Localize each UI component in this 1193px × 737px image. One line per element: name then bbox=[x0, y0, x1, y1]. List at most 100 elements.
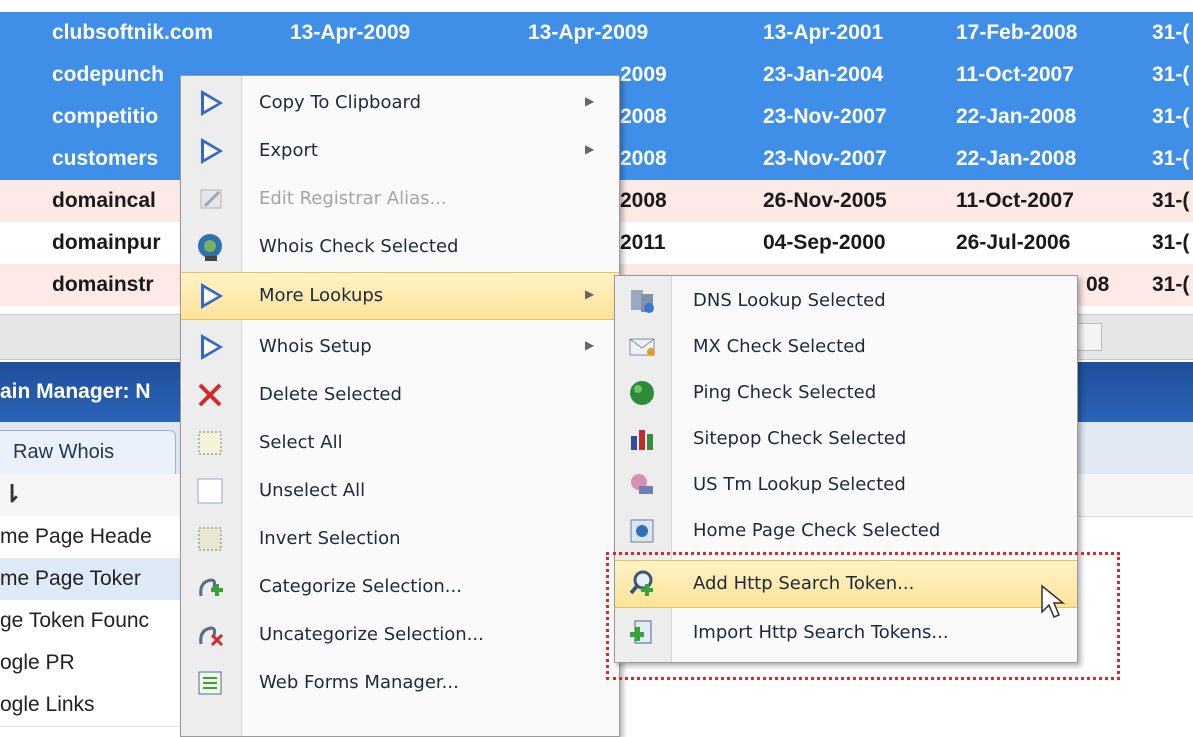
submenu-item-mx-check[interactable]: MX Check Selected bbox=[615, 324, 1077, 370]
submenu-item-label: DNS Lookup Selected bbox=[693, 290, 886, 311]
cell-date: 2011 bbox=[620, 231, 666, 254]
delete-x-icon bbox=[195, 380, 227, 410]
menu-item-edit-registrar-alias[interactable]: Edit Registrar Alias... bbox=[181, 176, 619, 222]
menu-item-select-all[interactable]: Select All bbox=[181, 420, 619, 466]
menu-item-more-lookups[interactable]: More Lookups ▶ bbox=[181, 272, 619, 320]
cell-date: 04-Sep-2000 bbox=[763, 231, 886, 254]
cell-date: 11-Oct-2007 bbox=[956, 63, 1074, 86]
cell-date: 2008 bbox=[620, 105, 667, 128]
menu-item-invert-selection[interactable]: Invert Selection bbox=[181, 516, 619, 562]
cell-date: 13-Apr-2009 bbox=[290, 21, 411, 44]
select-all-icon bbox=[195, 428, 227, 458]
cell-date: 22-Jan-2008 bbox=[956, 105, 1077, 128]
play-arrow-icon bbox=[195, 136, 227, 166]
submenu-item-ping-check[interactable]: Ping Check Selected bbox=[615, 370, 1077, 416]
mouse-cursor-icon bbox=[1040, 584, 1066, 625]
tab-label: Raw Whois bbox=[13, 441, 115, 463]
cell-date: 31-( bbox=[1152, 231, 1190, 254]
cell-date: 13-Apr-2009 bbox=[528, 21, 649, 44]
property-row[interactable]: ge Token Founc bbox=[0, 600, 190, 643]
cell-date: 31-( bbox=[1152, 273, 1190, 296]
cell-date: 31-( bbox=[1152, 21, 1190, 44]
edit-pencil-icon bbox=[195, 184, 227, 214]
uncategorize-icon bbox=[195, 620, 227, 650]
property-row[interactable]: ogle Links bbox=[0, 684, 190, 727]
cell-date: 23-Nov-2007 bbox=[763, 147, 887, 170]
menu-item-label: More Lookups bbox=[259, 285, 384, 306]
menu-item-label: Copy To Clipboard bbox=[259, 92, 422, 113]
cell-date: 08 bbox=[1086, 273, 1110, 296]
home-page-icon bbox=[627, 516, 657, 546]
menu-item-whois-setup[interactable]: Whois Setup ▶ bbox=[181, 324, 619, 370]
unselect-all-icon bbox=[195, 476, 227, 506]
mail-icon bbox=[627, 332, 657, 362]
menu-item-web-forms-manager[interactable]: Web Forms Manager... bbox=[181, 660, 619, 706]
cell-date: 2008 bbox=[620, 189, 667, 212]
cell-domain: codepunch bbox=[52, 63, 165, 86]
property-label: ogle PR bbox=[0, 651, 75, 674]
submenu-item-home-page-check[interactable]: Home Page Check Selected bbox=[615, 508, 1077, 554]
cell-date: 31-( bbox=[1152, 63, 1190, 86]
cell-domain: domainstr bbox=[52, 273, 154, 296]
cell-domain: customers bbox=[52, 147, 159, 170]
menu-item-label: Web Forms Manager... bbox=[259, 672, 459, 693]
menu-item-label: Select All bbox=[259, 432, 343, 453]
grid-row[interactable]: clubsoftnik.com 13-Apr-2009 13-Apr-2009 … bbox=[0, 12, 1193, 55]
sort-icon[interactable]: ⇂ bbox=[2, 480, 22, 509]
menu-item-copy-to-clipboard[interactable]: Copy To Clipboard ▶ bbox=[181, 80, 619, 126]
submenu-item-sitepop-check[interactable]: Sitepop Check Selected bbox=[615, 416, 1077, 462]
cell-date: 31-( bbox=[1152, 189, 1190, 212]
cell-date: 31-( bbox=[1152, 105, 1190, 128]
invert-selection-icon bbox=[195, 524, 227, 554]
submenu-arrow-icon: ▶ bbox=[585, 142, 595, 156]
cell-domain: domainpur bbox=[52, 231, 161, 254]
property-row[interactable]: me Page Heade bbox=[0, 516, 190, 559]
cell-date: 2008 bbox=[620, 147, 667, 170]
menu-item-categorize-selection[interactable]: Categorize Selection... bbox=[181, 564, 619, 610]
cell-date: 23-Jan-2004 bbox=[763, 63, 884, 86]
cell-date: 17-Feb-2008 bbox=[956, 21, 1078, 44]
globe-search-icon bbox=[195, 232, 227, 262]
cell-date: 31-( bbox=[1152, 147, 1190, 170]
play-arrow-icon bbox=[195, 88, 227, 118]
property-row[interactable]: ogle PR bbox=[0, 642, 190, 685]
dns-servers-icon bbox=[627, 286, 657, 316]
bar-chart-icon bbox=[627, 424, 657, 454]
cell-date: 26-Nov-2005 bbox=[763, 189, 887, 212]
menu-item-uncategorize-selection[interactable]: Uncategorize Selection... bbox=[181, 612, 619, 658]
menu-item-unselect-all[interactable]: Unselect All bbox=[181, 468, 619, 514]
panel-title: ain Manager: N bbox=[0, 380, 151, 403]
menu-item-export[interactable]: Export ▶ bbox=[181, 128, 619, 174]
submenu-item-us-tm-lookup[interactable]: US Tm Lookup Selected bbox=[615, 462, 1077, 508]
menu-item-label: Unselect All bbox=[259, 480, 366, 501]
menu-item-label: Delete Selected bbox=[259, 384, 402, 405]
submenu-item-label: Ping Check Selected bbox=[693, 382, 877, 403]
tab-raw-whois[interactable]: Raw Whois bbox=[0, 430, 176, 475]
cell-date: 2009 bbox=[620, 63, 667, 86]
play-arrow-icon bbox=[195, 281, 227, 311]
categorize-icon bbox=[195, 572, 227, 602]
submenu-item-label: Sitepop Check Selected bbox=[693, 428, 907, 449]
play-arrow-icon bbox=[195, 332, 227, 362]
menu-item-label: Invert Selection bbox=[259, 528, 401, 549]
cell-domain: domaincal bbox=[52, 189, 156, 212]
property-label: ogle Links bbox=[0, 693, 95, 716]
submenu-item-label: MX Check Selected bbox=[693, 336, 866, 357]
menu-item-whois-check-selected[interactable]: Whois Check Selected bbox=[181, 224, 619, 270]
menu-item-label: Edit Registrar Alias... bbox=[259, 188, 447, 209]
menu-item-label: Export bbox=[259, 140, 318, 161]
menu-item-delete-selected[interactable]: Delete Selected bbox=[181, 372, 619, 418]
submenu-arrow-icon: ▶ bbox=[585, 338, 595, 352]
submenu-item-label: Home Page Check Selected bbox=[693, 520, 941, 541]
menu-item-label: Whois Check Selected bbox=[259, 236, 459, 257]
menu-item-label: Uncategorize Selection... bbox=[259, 624, 484, 645]
menu-item-label: Categorize Selection... bbox=[259, 576, 462, 597]
context-menu: Copy To Clipboard ▶ Export ▶ Edit Regist… bbox=[180, 75, 620, 737]
cell-date: 11-Oct-2007 bbox=[956, 189, 1074, 212]
cell-date: 13-Apr-2001 bbox=[763, 21, 884, 44]
submenu-item-dns-lookup[interactable]: DNS Lookup Selected bbox=[615, 278, 1077, 324]
cell-date: 22-Jan-2008 bbox=[956, 147, 1077, 170]
property-row[interactable]: me Page Toker bbox=[0, 558, 190, 601]
cell-domain: competitio bbox=[52, 105, 159, 128]
cell-domain: clubsoftnik.com bbox=[52, 21, 214, 44]
